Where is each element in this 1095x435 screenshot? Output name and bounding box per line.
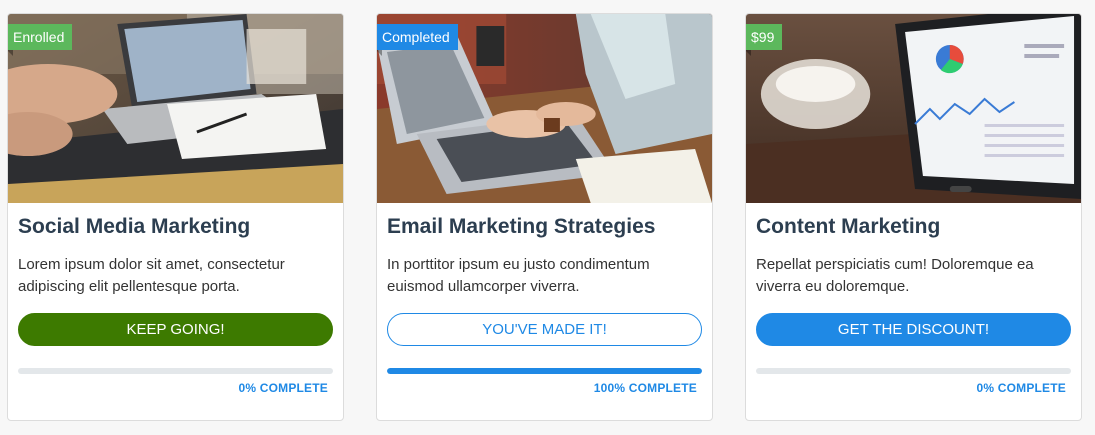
course-price-badge: $99 xyxy=(746,24,783,56)
course-title[interactable]: Social Media Marketing xyxy=(18,203,333,239)
course-thumbnail-tablet-analytics[interactable]: $99 xyxy=(746,14,1081,203)
progress-bar xyxy=(756,368,1071,375)
course-status-badge: Completed xyxy=(377,24,458,56)
youve-made-it-button[interactable]: YOU'VE MADE IT! xyxy=(387,313,702,347)
course-title[interactable]: Content Marketing xyxy=(756,203,1071,239)
course-card[interactable]: Enrolled Social Media Marketing Lorem ip… xyxy=(7,13,344,421)
course-status-badge: Enrolled xyxy=(8,24,73,56)
progress-bar xyxy=(18,368,333,375)
course-description: In porttitor ipsum eu justo condimentum … xyxy=(387,256,650,296)
progress-label: 100% COMPLETE xyxy=(593,381,697,396)
course-card[interactable]: $99 Content Marketing Repellat perspicia… xyxy=(745,13,1082,421)
course-grid: Enrolled Social Media Marketing Lorem ip… xyxy=(0,0,1095,435)
progress-label: 0% COMPLETE xyxy=(976,381,1066,396)
get-the-discount-button[interactable]: GET THE DISCOUNT! xyxy=(756,313,1071,347)
tablet-analytics-photo xyxy=(746,14,1081,203)
course-description: Repellat perspiciatis cum! Doloremque ea… xyxy=(756,256,1034,296)
course-title[interactable]: Email Marketing Strategies xyxy=(387,203,702,239)
progress-bar-fill xyxy=(387,368,702,375)
course-description: Lorem ipsum dolor sit amet, consectetur … xyxy=(18,256,285,296)
keep-going-button[interactable]: KEEP GOING! xyxy=(18,313,333,347)
course-thumbnail-typing-laptop[interactable]: Completed xyxy=(377,14,712,203)
course-thumbnail-laptop-notebook[interactable]: Enrolled xyxy=(8,14,343,203)
progress-label: 0% COMPLETE xyxy=(238,381,328,396)
course-card[interactable]: Completed Email Marketing Strategies In … xyxy=(376,13,713,421)
progress-bar xyxy=(387,368,702,375)
